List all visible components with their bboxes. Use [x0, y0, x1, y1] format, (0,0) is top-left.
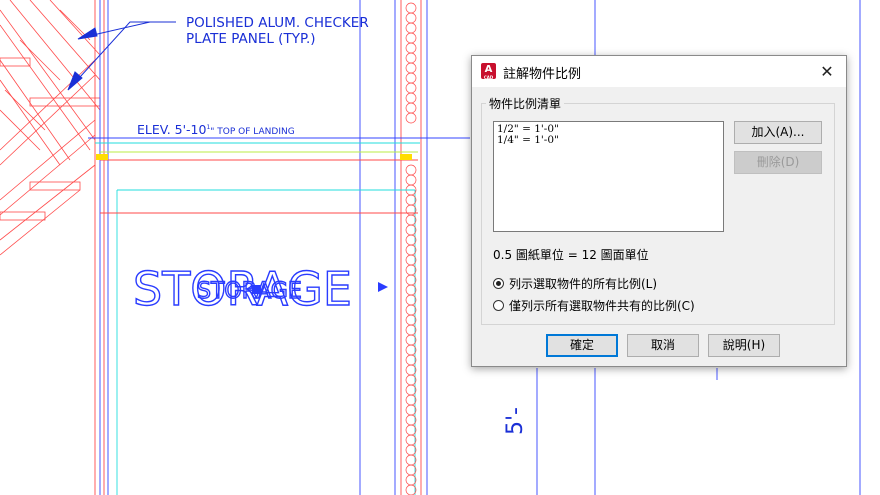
- dialog-titlebar[interactable]: A CAD 註解物件比例 ✕: [472, 56, 846, 87]
- insulation-pattern: [405, 2, 417, 495]
- room-label-storage-small[interactable]: STORAGE: [196, 278, 302, 304]
- list-item[interactable]: 1/4" = 1'-0": [497, 135, 720, 146]
- ok-button[interactable]: 確定: [546, 334, 618, 357]
- annotation-object-scale-dialog: A CAD 註解物件比例 ✕ 物件比例清單 1/2" = 1'-0" 1/4" =…: [471, 55, 847, 367]
- elevation-main: ELEV. 5'-10: [137, 122, 206, 137]
- autocad-app-icon: A CAD: [481, 63, 496, 80]
- radio-common-indicator[interactable]: [493, 300, 504, 311]
- cancel-button[interactable]: 取消: [627, 334, 699, 357]
- help-button[interactable]: 說明(H): [708, 334, 780, 357]
- elevation-suffix: " TOP OF LANDING: [210, 127, 294, 137]
- callout-leaders: [67, 21, 176, 91]
- close-icon[interactable]: ✕: [810, 57, 844, 86]
- radio-list-all-scales[interactable]: 列示選取物件的所有比例(L): [493, 275, 657, 292]
- add-button[interactable]: 加入(A)...: [734, 121, 822, 144]
- scale-info-text: 0.5 圖紙單位 = 12 圖面單位: [493, 248, 649, 262]
- radio-all-indicator[interactable]: [493, 278, 504, 289]
- radio-common-label: 僅列示所有選取物件共有的比例(C): [509, 299, 695, 313]
- delete-button[interactable]: 刪除(D): [734, 151, 822, 174]
- callout-text-line1: POLISHED ALUM. CHECKER: [186, 15, 369, 31]
- object-scale-list-label: 物件比例清單: [486, 95, 565, 112]
- app-icon-letter: A: [484, 64, 493, 75]
- app-icon-sub: CAD: [483, 75, 494, 80]
- elevation-label: ELEV. 5'-101" TOP OF LANDING: [137, 122, 295, 137]
- radio-all-label: 列示選取物件的所有比例(L): [509, 277, 658, 291]
- radio-list-common-scales[interactable]: 僅列示所有選取物件共有的比例(C): [493, 297, 695, 314]
- scale-listbox[interactable]: 1/2" = 1'-0" 1/4" = 1'-0": [493, 121, 724, 232]
- grip-center[interactable]: [252, 285, 261, 294]
- dialog-title: 註解物件比例: [503, 67, 582, 82]
- callout-text-line2: PLATE PANEL (TYP.): [186, 31, 316, 47]
- grip-arrow-right[interactable]: [378, 282, 388, 292]
- dimension-text: 5'-: [503, 407, 528, 435]
